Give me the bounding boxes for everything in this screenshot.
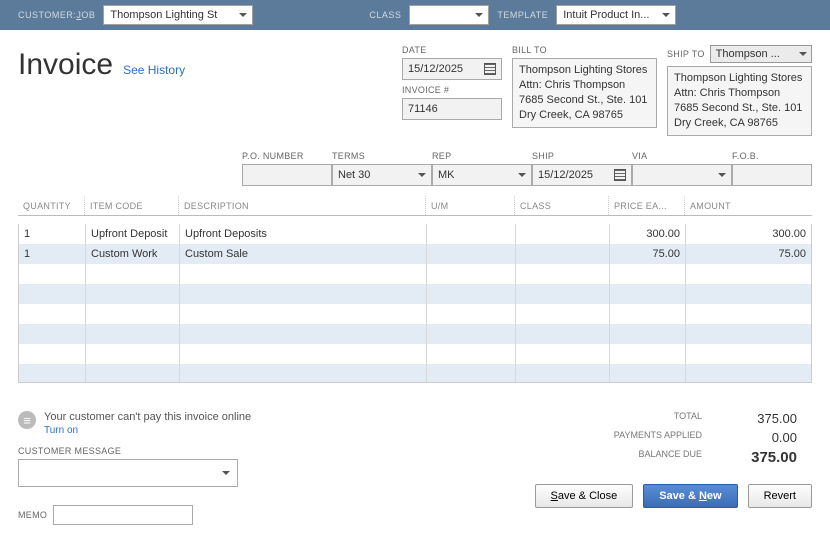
customer-job-value: Thompson Lighting St	[110, 9, 217, 21]
line-item-row[interactable]	[19, 264, 811, 284]
col-price-header: PRICE EA...	[609, 196, 685, 215]
memo-field[interactable]	[53, 505, 193, 525]
template-select[interactable]: Intuit Product In...	[556, 5, 676, 25]
cell-amount[interactable]: 75.00	[686, 244, 811, 264]
chevron-down-icon	[718, 173, 726, 177]
payments-value: 0.00	[702, 430, 797, 445]
ship-to-select-value: Thompson ...	[716, 48, 780, 60]
invoice-no-label: INVOICE #	[402, 85, 502, 95]
info-icon: ≡	[18, 411, 36, 429]
line-items-body[interactable]: 1 Upfront Deposit Upfront Deposits 300.0…	[19, 224, 811, 382]
line-item-row[interactable]: 1 Upfront Deposit Upfront Deposits 300.0…	[19, 224, 811, 244]
balance-label: BALANCE DUE	[497, 449, 702, 466]
ship-to-label: SHIP TO	[667, 49, 705, 59]
invoice-no-field[interactable]: 71146	[402, 98, 502, 120]
col-qty-header: QUANTITY	[18, 196, 85, 215]
ship-to-address[interactable]: Thompson Lighting Stores Attn: Chris Tho…	[667, 66, 812, 136]
cell-qty[interactable]: 1	[19, 224, 86, 244]
terms-label: TERMS	[332, 151, 432, 161]
class-label: CLASS	[369, 10, 401, 20]
line-item-row[interactable]	[19, 304, 811, 324]
chevron-down-icon	[222, 471, 230, 475]
col-desc-header: DESCRIPTION	[179, 196, 426, 215]
see-history-link[interactable]: See History	[123, 63, 185, 77]
via-label: VIA	[632, 151, 732, 161]
bill-to-address[interactable]: Thompson Lighting Stores Attn: Chris Tho…	[512, 58, 657, 128]
cell-um[interactable]	[427, 244, 516, 264]
customer-job-label: CUSTOMER:JOB	[18, 10, 95, 20]
bill-to-label: BILL TO	[512, 45, 657, 55]
memo-label: MEMO	[18, 510, 47, 520]
template-label: TEMPLATE	[497, 10, 548, 20]
payments-label: PAYMENTS APPLIED	[497, 430, 702, 445]
po-label: P.O. NUMBER	[242, 151, 332, 161]
col-item-header: ITEM CODE	[85, 196, 179, 215]
customer-message-select[interactable]	[18, 459, 238, 487]
terms-value: Net 30	[338, 169, 370, 181]
date-field[interactable]: 15/12/2025	[402, 58, 502, 80]
fob-label: F.O.B.	[732, 151, 812, 161]
cell-amount[interactable]: 300.00	[686, 224, 811, 244]
turn-on-link[interactable]: Turn on	[44, 425, 251, 436]
total-label: TOTAL	[497, 411, 702, 426]
cell-um[interactable]	[427, 224, 516, 244]
col-class-header: CLASS	[515, 196, 609, 215]
customer-job-select[interactable]: Thompson Lighting St	[103, 5, 253, 25]
line-items-header: QUANTITY ITEM CODE DESCRIPTION U/M CLASS…	[18, 196, 812, 216]
ship-date-value: 15/12/2025	[538, 169, 593, 181]
via-select[interactable]	[632, 164, 732, 186]
chevron-down-icon	[662, 13, 670, 17]
line-items-table: 1 Upfront Deposit Upfront Deposits 300.0…	[18, 224, 812, 383]
customer-message-label: CUSTOMER MESSAGE	[18, 446, 497, 456]
balance-value: 375.00	[702, 449, 797, 466]
cell-item[interactable]: Upfront Deposit	[86, 224, 180, 244]
ship-date-field[interactable]: 15/12/2025	[532, 164, 632, 186]
chevron-down-icon	[518, 173, 526, 177]
line-item-row[interactable]	[19, 344, 811, 364]
calendar-icon[interactable]	[484, 63, 496, 75]
online-pay-msg: Your customer can't pay this invoice onl…	[44, 411, 251, 423]
fob-field[interactable]	[732, 164, 812, 186]
page-title: Invoice	[18, 48, 113, 82]
date-value: 15/12/2025	[408, 63, 463, 75]
cell-price[interactable]: 75.00	[610, 244, 686, 264]
chevron-down-icon	[799, 52, 807, 56]
chevron-down-icon	[239, 13, 247, 17]
po-field[interactable]	[242, 164, 332, 186]
cell-price[interactable]: 300.00	[610, 224, 686, 244]
class-select[interactable]	[409, 5, 489, 25]
rep-value: MK	[438, 169, 455, 181]
col-um-header: U/M	[426, 196, 515, 215]
cell-desc[interactable]: Upfront Deposits	[180, 224, 427, 244]
cell-qty[interactable]: 1	[19, 244, 86, 264]
revert-button[interactable]: Revert	[748, 484, 812, 508]
total-value: 375.00	[702, 411, 797, 426]
ship-to-select[interactable]: Thompson ...	[710, 45, 812, 63]
cell-class[interactable]	[516, 244, 610, 264]
save-close-button[interactable]: Save & Close	[535, 484, 634, 508]
cell-desc[interactable]: Custom Sale	[180, 244, 427, 264]
cell-class[interactable]	[516, 224, 610, 244]
ship-date-label: SHIP	[532, 151, 632, 161]
calendar-icon[interactable]	[614, 169, 626, 181]
rep-label: REP	[432, 151, 532, 161]
chevron-down-icon	[418, 173, 426, 177]
line-item-row[interactable]	[19, 284, 811, 304]
top-bar: CUSTOMER:JOB Thompson Lighting St CLASS …	[0, 0, 830, 30]
line-item-row[interactable]	[19, 324, 811, 344]
line-item-row[interactable]	[19, 364, 811, 382]
line-item-row[interactable]: 1 Custom Work Custom Sale 75.00 75.00	[19, 244, 811, 264]
terms-select[interactable]: Net 30	[332, 164, 432, 186]
chevron-down-icon	[475, 13, 483, 17]
cell-item[interactable]: Custom Work	[86, 244, 180, 264]
invoice-no-value: 71146	[408, 103, 438, 115]
rep-select[interactable]: MK	[432, 164, 532, 186]
col-amount-header: AMOUNT	[685, 196, 812, 215]
save-new-button[interactable]: Save & New	[643, 484, 737, 508]
template-value: Intuit Product In...	[563, 9, 649, 21]
date-label: DATE	[402, 45, 502, 55]
